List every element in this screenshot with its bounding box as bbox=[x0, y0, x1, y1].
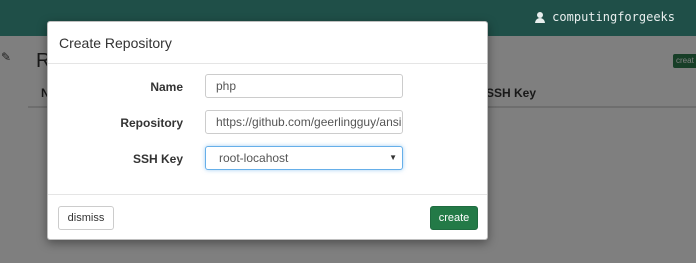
modal-title: Create Repository bbox=[59, 35, 172, 51]
caret-down-icon: ▼ bbox=[389, 153, 397, 162]
ssh-key-label: SSH Key bbox=[132, 152, 183, 166]
modal-header: Create Repository bbox=[48, 22, 487, 64]
create-button[interactable]: create bbox=[430, 206, 478, 230]
modal-footer bbox=[48, 194, 487, 195]
user-icon bbox=[535, 11, 546, 23]
ssh-key-selected-value: root-locahost bbox=[219, 151, 289, 165]
repository-label: Repository bbox=[120, 116, 183, 130]
ssh-key-select[interactable]: root-locahost ▼ bbox=[205, 146, 403, 170]
repository-input[interactable]: https://github.com/geerlingguy/ansible- bbox=[205, 110, 403, 134]
username: computingforgeeks bbox=[552, 10, 675, 24]
user-menu[interactable]: computingforgeeks bbox=[535, 10, 675, 24]
create-repository-modal: Create Repository Name php Repository ht… bbox=[47, 21, 488, 240]
name-input[interactable]: php bbox=[205, 74, 403, 98]
name-label: Name bbox=[150, 80, 183, 94]
dismiss-button[interactable]: dismiss bbox=[58, 206, 114, 230]
